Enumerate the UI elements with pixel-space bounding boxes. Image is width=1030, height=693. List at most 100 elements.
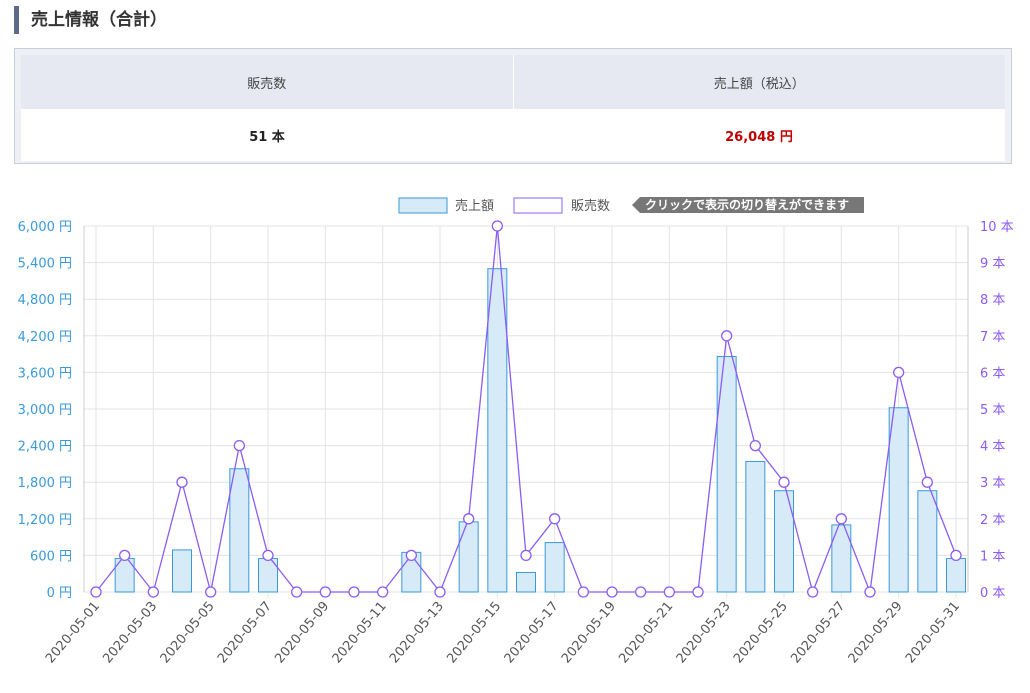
left-axis-tick-label: 6,000 円	[18, 220, 72, 235]
x-axis: 2020-05-012020-05-032020-05-052020-05-07…	[43, 599, 963, 667]
summary-table: 販売数 売上額（税込） 51 本 26,048 円	[21, 55, 1005, 161]
line-point	[233, 439, 245, 452]
x-axis-tick-label: 2020-05-07	[215, 599, 275, 667]
bar	[229, 468, 250, 593]
bar	[516, 571, 536, 593]
right-axis-tick-label: 1 本	[980, 549, 1005, 564]
x-axis-tick-label: 2020-05-29	[846, 599, 906, 667]
right-axis-tick-label: 8 本	[980, 293, 1005, 308]
right-axis-tick-label: 7 本	[980, 330, 1005, 345]
line-point	[520, 549, 532, 562]
bar	[745, 460, 766, 593]
legend-hint: クリックで表示の切り替えができます	[632, 197, 864, 213]
left-axis: 0 円 600 円 1,200 円 1,800 円 2,400 円 3,000 円 3,60…	[18, 220, 72, 601]
legend-hint-text: クリックで表示の切り替えができます	[645, 197, 849, 212]
right-axis-tick-label: 0 本	[980, 586, 1005, 601]
line-point	[577, 586, 589, 598]
summary-header-quantity: 販売数	[21, 55, 514, 109]
bar	[888, 407, 909, 593]
right-axis-tick-label: 9 本	[980, 257, 1005, 272]
x-axis-tick-label: 2020-05-27	[788, 599, 848, 667]
summary-value-quantity: 51 本	[21, 109, 513, 161]
line-point	[749, 439, 761, 452]
x-axis-tick-label: 2020-05-17	[502, 599, 562, 667]
left-axis-tick-label: 0 円	[47, 586, 72, 601]
right-axis-tick-label: 6 本	[980, 366, 1005, 381]
x-axis-tick-label: 2020-05-25	[731, 599, 791, 667]
legend-item-sales[interactable]: 売上額	[398, 197, 494, 214]
line-point	[549, 513, 561, 525]
left-axis-tick-label: 4,800 円	[18, 293, 72, 308]
line-point	[778, 476, 790, 488]
line-point	[864, 586, 876, 598]
right-axis-tick-label: 10 本	[980, 220, 1014, 235]
left-axis-tick-label: 1,200 円	[18, 513, 72, 528]
left-axis-tick-label: 5,400 円	[18, 257, 72, 272]
x-axis-tick-label: 2020-05-23	[674, 599, 734, 667]
summary-value-sales: 26,048 円	[513, 109, 1005, 161]
line-point	[635, 586, 647, 598]
line-point	[606, 586, 618, 598]
x-axis-tick-label: 2020-05-09	[272, 599, 332, 667]
x-axis-tick-label: 2020-05-13	[387, 599, 447, 667]
section-title: 売上情報（合計）	[14, 6, 167, 34]
bar	[487, 268, 508, 593]
section-title-text: 売上情報（合計）	[31, 10, 167, 30]
line-point	[262, 549, 274, 562]
line-point	[377, 586, 389, 598]
line-point	[319, 586, 331, 598]
line-point	[807, 586, 819, 598]
line-point	[893, 366, 905, 379]
line-point	[90, 586, 102, 598]
line-point	[663, 586, 675, 598]
line-point	[176, 476, 188, 488]
summary-value-row: 51 本 26,048 円	[21, 109, 1005, 161]
legend-item-quantity[interactable]: 販売数	[513, 197, 610, 214]
x-axis-tick-label: 2020-05-21	[616, 599, 676, 667]
sales-chart: 売上額 販売数 クリックで表示の切り替えができます 0 円 600 円 1,200 …	[18, 197, 1014, 667]
summary-header-sales: 売上額（税込）	[513, 55, 1005, 109]
left-axis-tick-label: 3,000 円	[18, 403, 72, 418]
legend-label-sales: 売上額	[455, 198, 494, 214]
line-point	[205, 586, 217, 598]
left-axis-tick-label: 3,600 円	[18, 366, 72, 381]
bar	[172, 549, 192, 593]
left-axis-tick-label: 600 円	[30, 549, 72, 564]
line-point	[291, 586, 303, 598]
bar-series	[114, 268, 966, 593]
summary-header-row: 販売数 売上額（税込）	[21, 55, 1005, 109]
right-axis-tick-label: 2 本	[980, 513, 1005, 528]
bar	[946, 557, 966, 593]
line-point	[348, 586, 360, 598]
line-point	[835, 513, 847, 525]
x-axis-tick-label: 2020-05-05	[158, 599, 218, 667]
right-axis: 0 本 1 本 2 本 3 本 4 本 5 本 6 本 7 本 8 本 9 本 10 本	[980, 220, 1014, 601]
legend-swatch-sales	[398, 197, 448, 214]
bar	[544, 542, 565, 593]
left-axis-tick-label: 4,200 円	[18, 330, 72, 345]
line-point	[491, 220, 503, 232]
x-axis-tick-label: 2020-05-03	[100, 599, 160, 667]
x-axis-tick-label: 2020-05-31	[903, 599, 963, 667]
x-axis-tick-label: 2020-05-15	[444, 599, 504, 667]
line-point	[434, 586, 446, 598]
summary-panel: 販売数 売上額（税込） 51 本 26,048 円	[14, 48, 1012, 164]
legend-label-quantity: 販売数	[571, 198, 610, 214]
left-axis-tick-label: 2,400 円	[18, 440, 72, 455]
bar	[917, 490, 938, 593]
line-point	[721, 330, 733, 342]
line-point	[147, 586, 159, 598]
right-axis-tick-label: 4 本	[980, 440, 1005, 455]
left-axis-tick-label: 1,800 円	[18, 476, 72, 491]
x-axis-tick-label: 2020-05-19	[559, 599, 619, 667]
x-axis-tick-label: 2020-05-01	[43, 599, 103, 667]
right-axis-tick-label: 5 本	[980, 403, 1005, 418]
line-point	[921, 476, 933, 488]
legend-swatch-quantity	[513, 197, 563, 214]
line-point	[692, 586, 704, 598]
line-point	[463, 513, 475, 525]
line-point	[405, 549, 417, 562]
legend: 売上額 販売数 クリックで表示の切り替えができます	[398, 197, 864, 214]
line-point	[119, 549, 131, 562]
right-axis-tick-label: 3 本	[980, 476, 1005, 491]
